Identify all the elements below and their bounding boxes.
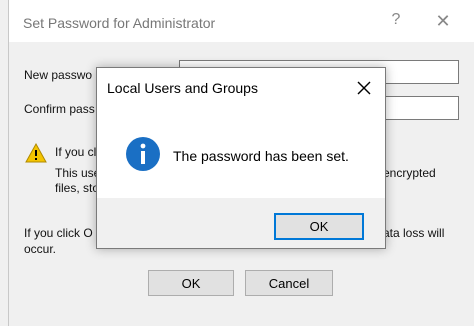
message-ok-button[interactable]: OK	[274, 213, 364, 240]
info-text-line1-right: ata loss will	[383, 226, 445, 240]
message-text: The password has been set.	[173, 148, 349, 164]
info-icon	[126, 137, 160, 171]
warning-icon	[25, 143, 47, 163]
message-box-title: Local Users and Groups	[107, 80, 258, 96]
warning-text-line2: This use	[55, 166, 101, 180]
cancel-button[interactable]: Cancel	[245, 270, 333, 296]
message-box-content: Local Users and Groups The password has …	[97, 68, 385, 198]
set-password-close-button[interactable]: ✕	[431, 11, 455, 35]
new-password-label: New passwo	[24, 68, 93, 82]
confirm-password-label: Confirm pass	[24, 102, 95, 116]
set-password-title: Set Password for Administrator	[23, 15, 216, 31]
help-button[interactable]: ?	[384, 11, 408, 35]
warning-text-line3: files, sto	[55, 181, 100, 195]
warning-text-line2-right: encrypted	[383, 166, 436, 180]
message-box: Local Users and Groups The password has …	[96, 67, 386, 249]
close-icon[interactable]	[350, 74, 378, 102]
ok-button[interactable]: OK	[148, 270, 234, 296]
info-text-line1: If you click O	[24, 226, 93, 240]
warning-text-line1: If you cl	[55, 145, 97, 159]
set-password-titlebar: Set Password for Administrator ? ✕	[9, 0, 474, 42]
info-text-line2: occur.	[24, 242, 57, 256]
